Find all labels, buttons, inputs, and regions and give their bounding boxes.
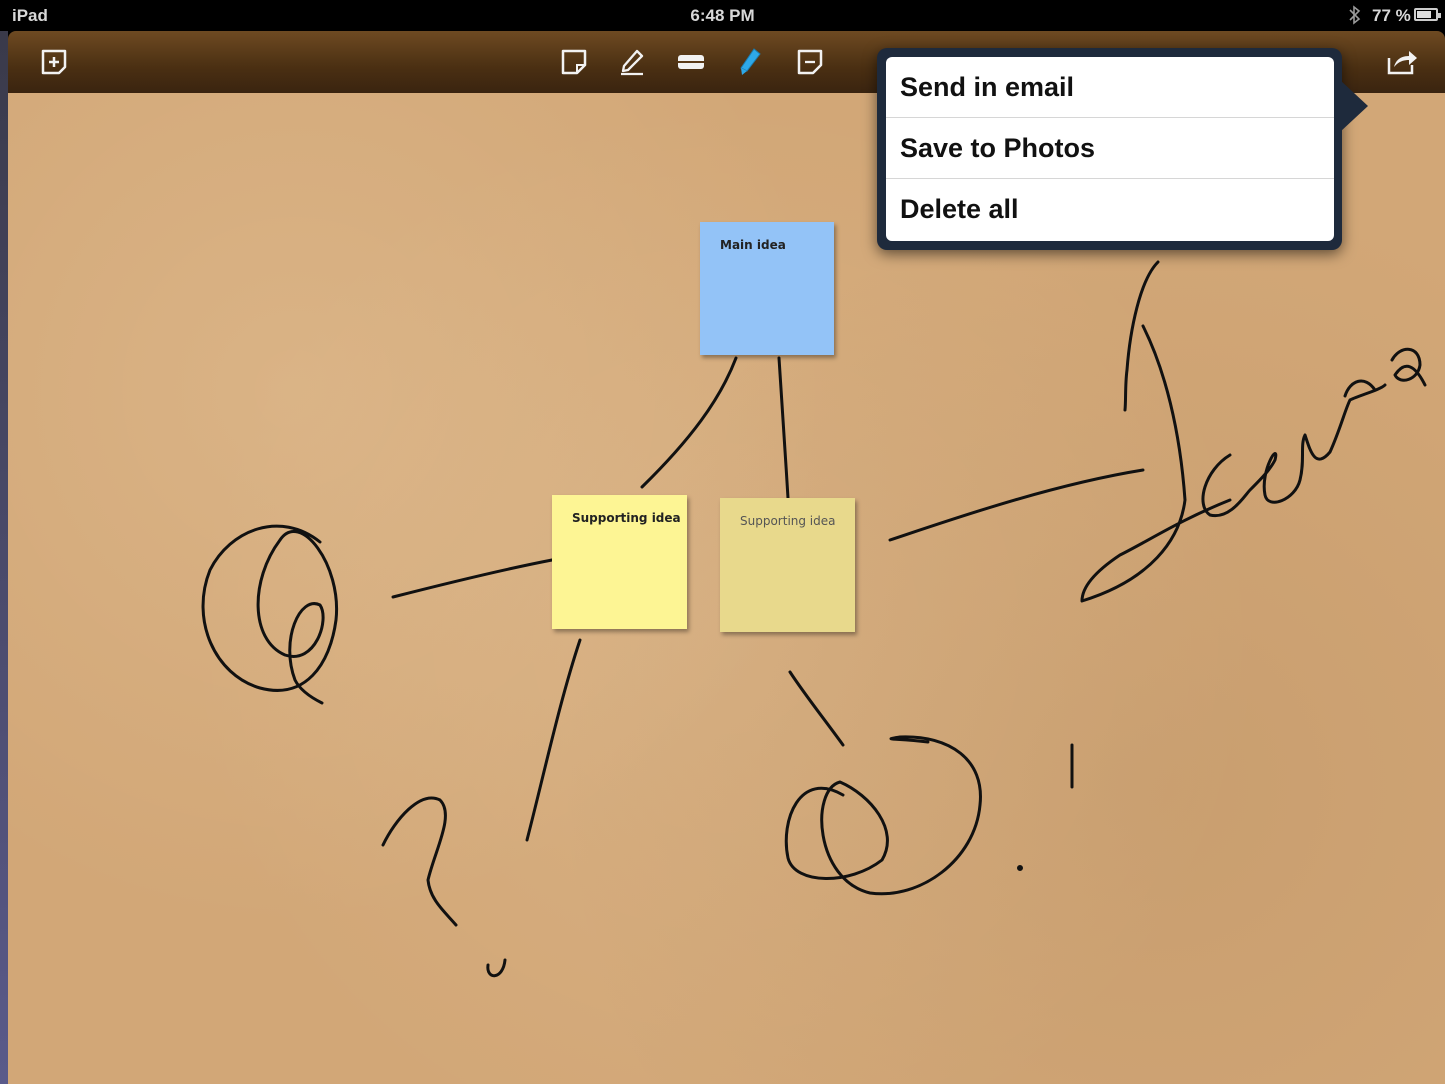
note-tool[interactable] (792, 44, 828, 80)
sticky-note-tool[interactable] (556, 44, 592, 80)
share-button[interactable] (1384, 44, 1420, 80)
battery-percentage: 77 % (1372, 6, 1411, 25)
menu-item-send-email[interactable]: Send in email (886, 57, 1334, 118)
note-tool-icon (797, 49, 823, 75)
pencil-tool[interactable] (614, 44, 650, 80)
sticky-note-text: Main idea (720, 238, 786, 252)
eraser-tool[interactable] (673, 44, 709, 80)
device-bezel (0, 31, 8, 1084)
sticky-note-supporting-1[interactable]: Supporting idea (552, 495, 687, 629)
sticky-note-icon (561, 49, 587, 75)
status-bar: iPad 6:48 PM 77 % (0, 0, 1445, 31)
add-note-icon (41, 49, 67, 75)
marker-tool[interactable] (732, 44, 768, 80)
bluetooth-icon (1349, 5, 1361, 25)
add-note-button[interactable] (36, 44, 72, 80)
menu-item-delete-all[interactable]: Delete all (886, 179, 1334, 240)
share-menu: Send in email Save to Photos Delete all (886, 57, 1334, 241)
eraser-icon (678, 55, 704, 69)
marker-icon (740, 48, 761, 75)
battery-icon (1414, 8, 1441, 21)
sticky-note-text: Supporting idea (740, 514, 836, 528)
clock: 6:48 PM (690, 6, 755, 25)
menu-item-save-photos[interactable]: Save to Photos (886, 118, 1334, 179)
share-icon (1387, 51, 1417, 75)
sticky-note-main[interactable]: Main idea (700, 222, 834, 355)
sticky-note-supporting-2[interactable]: Supporting idea (720, 498, 855, 632)
pencil-icon (621, 49, 644, 76)
popover-arrow (1340, 80, 1368, 132)
sticky-note-text: Supporting idea (572, 511, 681, 525)
